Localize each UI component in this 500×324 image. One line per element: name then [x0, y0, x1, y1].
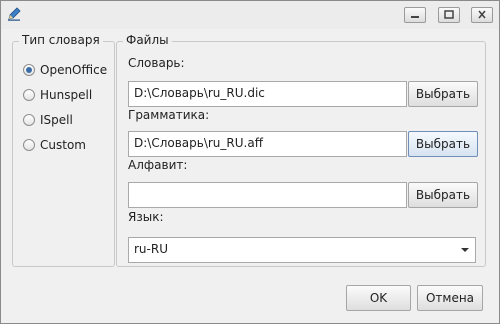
dictionary-browse-button[interactable]: Выбрать [408, 81, 478, 107]
dictionary-type-title: Тип словаря [19, 33, 103, 47]
radio-custom[interactable]: Custom [23, 137, 86, 153]
grammar-label: Грамматика: [128, 108, 210, 122]
cancel-button[interactable]: Отмена [417, 285, 483, 311]
files-group: Файлы Словарь: D:\Словарь\ru_RU.dic Выбр… [116, 33, 486, 267]
language-label: Язык: [128, 210, 164, 224]
alphabet-label: Алфавит: [128, 158, 188, 172]
dictionary-path-input[interactable]: D:\Словарь\ru_RU.dic [128, 81, 407, 107]
radio-label: OpenOffice [40, 63, 108, 77]
close-button[interactable] [471, 7, 493, 23]
dictionary-type-group: Тип словаря OpenOffice Hunspell ISpell C… [12, 33, 115, 267]
radio-button[interactable] [23, 139, 35, 151]
dictionary-settings-dialog: Тип словаря OpenOffice Hunspell ISpell C… [0, 0, 500, 324]
minimize-button[interactable] [404, 7, 426, 23]
radio-button[interactable] [23, 114, 35, 126]
files-title: Файлы [123, 33, 172, 47]
title-bar[interactable] [1, 1, 499, 29]
radio-label: Custom [40, 138, 86, 152]
minimize-icon [411, 16, 419, 18]
radio-ispell[interactable]: ISpell [23, 112, 73, 128]
radio-hunspell[interactable]: Hunspell [23, 87, 92, 103]
pencil-app-icon [7, 7, 21, 21]
dropdown-arrow-icon[interactable] [461, 248, 469, 252]
grammar-browse-button[interactable]: Выбрать [408, 131, 478, 157]
radio-label: Hunspell [40, 88, 93, 102]
radio-button-checked[interactable] [23, 64, 35, 76]
radio-label: ISpell [40, 113, 73, 127]
maximize-button[interactable] [438, 7, 460, 23]
language-select[interactable]: ru-RU [128, 237, 476, 263]
grammar-path-input[interactable]: D:\Словарь\ru_RU.aff [128, 131, 407, 157]
alphabet-path-input[interactable] [128, 182, 407, 208]
close-icon [478, 10, 486, 19]
maximize-icon [444, 10, 454, 19]
language-select-value: ru-RU [134, 242, 168, 256]
dictionary-label: Словарь: [128, 56, 185, 70]
alphabet-browse-button[interactable]: Выбрать [408, 182, 478, 208]
ok-button[interactable]: OK [346, 285, 411, 311]
radio-button[interactable] [23, 89, 35, 101]
radio-openoffice[interactable]: OpenOffice [23, 62, 107, 78]
